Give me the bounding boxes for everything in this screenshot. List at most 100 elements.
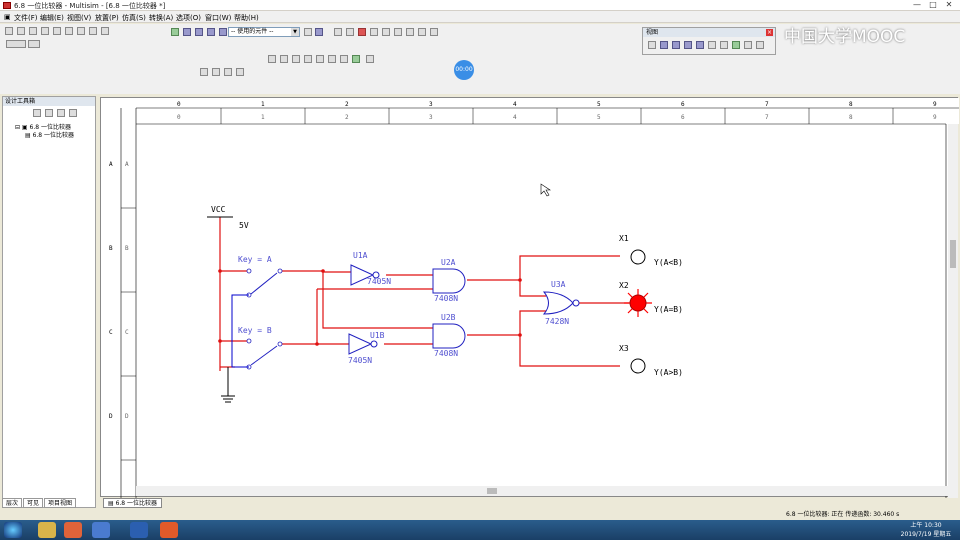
save-icon[interactable]: [29, 27, 37, 35]
new-file-icon[interactable]: [5, 27, 13, 35]
probe-settings-icon[interactable]: [430, 28, 438, 36]
zoom-fit-icon[interactable]: [219, 28, 227, 36]
fullscreen-icon[interactable]: [171, 28, 179, 36]
step-icon[interactable]: [370, 28, 378, 36]
align-icon[interactable]: [200, 68, 208, 76]
ruler-column-label: 0: [177, 114, 181, 121]
maximize-button[interactable]: □: [926, 0, 940, 10]
ground-symbol[interactable]: [221, 367, 235, 403]
in-use-list-icon[interactable]: [352, 55, 360, 63]
menu-window[interactable]: 窗口(W): [205, 13, 231, 23]
probe-x1[interactable]: [630, 249, 646, 265]
menu-view[interactable]: 视图(V): [67, 13, 91, 23]
place-hier-icon[interactable]: [280, 55, 288, 63]
minimize-button[interactable]: —: [910, 0, 924, 10]
menu-help[interactable]: 帮助(H): [234, 13, 259, 23]
place-bus-icon[interactable]: [268, 55, 276, 63]
run-simulation-icon[interactable]: [334, 28, 342, 36]
nor-gate-u3a[interactable]: [542, 291, 580, 315]
schematic-sheet[interactable]: 00112233445566778899 AABBCCDD VCC 5V Key…: [100, 97, 959, 498]
tree-child[interactable]: ▤ 6.8 一位比较器: [25, 130, 74, 139]
close-button[interactable]: ✕: [942, 0, 956, 10]
menu-place[interactable]: 放置(P): [95, 13, 119, 23]
chevron-down-icon[interactable]: ▼: [291, 28, 299, 36]
erc-icon[interactable]: [328, 55, 336, 63]
fullscreen-view-icon[interactable]: [648, 41, 656, 49]
description-icon[interactable]: [744, 41, 752, 49]
help-icon[interactable]: [315, 28, 323, 36]
cut-icon[interactable]: [53, 27, 61, 35]
redo-icon[interactable]: [101, 27, 109, 35]
zoom-area-icon[interactable]: [207, 28, 215, 36]
postprocessor-icon[interactable]: [316, 55, 324, 63]
save-sheet-icon[interactable]: [57, 109, 65, 117]
menu-simulate[interactable]: 仿真(S): [122, 13, 146, 23]
component-select[interactable]: -- 使用的元件 -- ▼: [228, 27, 300, 37]
zoom-sheet-icon[interactable]: [696, 41, 704, 49]
menu-edit[interactable]: 编辑(E): [40, 13, 64, 23]
probe-x2[interactable]: [624, 289, 652, 317]
toolbox-icon[interactable]: [756, 41, 764, 49]
and-gate-u2a[interactable]: [432, 268, 466, 294]
menu-file[interactable]: 文件(F): [14, 13, 38, 23]
powerpoint-taskbar-icon[interactable]: [160, 522, 178, 538]
explorer-taskbar-icon[interactable]: [38, 522, 56, 538]
step-out-icon[interactable]: [406, 28, 414, 36]
zoom-in-view-icon[interactable]: [660, 41, 668, 49]
place-text-icon[interactable]: [292, 55, 300, 63]
pause-simulation-icon[interactable]: [346, 28, 354, 36]
close-sheet-icon[interactable]: [69, 109, 77, 117]
tab-visibility[interactable]: 可见: [23, 498, 44, 508]
step-over-icon[interactable]: [394, 28, 402, 36]
spreadsheet-icon[interactable]: [732, 41, 740, 49]
horizontal-scrollbar[interactable]: [136, 486, 948, 496]
switch-b[interactable]: [246, 338, 283, 370]
zoom-area-view-icon[interactable]: [684, 41, 692, 49]
copy-icon[interactable]: [65, 27, 73, 35]
link-icon[interactable]: [366, 55, 374, 63]
print-icon[interactable]: [41, 27, 49, 35]
stop-simulation-icon[interactable]: [358, 28, 366, 36]
zoom-in-icon[interactable]: [183, 28, 191, 36]
pause-toggle-icon[interactable]: [28, 40, 40, 48]
start-button[interactable]: [4, 522, 22, 538]
open-file-icon[interactable]: [17, 27, 25, 35]
word-taskbar-icon[interactable]: [130, 522, 148, 538]
zoom-out-view-icon[interactable]: [672, 41, 680, 49]
vertical-scroll-thumb[interactable]: [950, 240, 956, 268]
play-toggle-icon[interactable]: [6, 40, 26, 48]
step-into-icon[interactable]: [382, 28, 390, 36]
system-clock[interactable]: 上午 10:30 2019/7/19 星期五: [896, 520, 956, 540]
vertical-scrollbar[interactable]: [948, 124, 958, 498]
breakpoint-icon[interactable]: [418, 28, 426, 36]
menu-app-icon[interactable]: ▣: [4, 13, 11, 21]
tab-project-view[interactable]: 项目视图: [44, 498, 77, 508]
wire-icon[interactable]: [236, 68, 244, 76]
undo-icon[interactable]: [89, 27, 97, 35]
and-gate-u2b[interactable]: [432, 323, 466, 349]
document-tab[interactable]: ▤ 6.8 一位比较器: [103, 498, 163, 508]
junction-dot: [218, 269, 222, 273]
tab-hierarchy[interactable]: 层次: [2, 498, 23, 508]
multisim-taskbar-icon[interactable]: [92, 522, 110, 538]
layer-icon[interactable]: [720, 41, 728, 49]
database-icon[interactable]: [340, 55, 348, 63]
probe-x3[interactable]: [630, 358, 646, 374]
close-icon[interactable]: ×: [766, 29, 773, 36]
zoom-out-icon[interactable]: [195, 28, 203, 36]
switch-a[interactable]: [246, 268, 283, 298]
new-sheet-icon[interactable]: [33, 109, 41, 117]
rotate-icon[interactable]: [212, 68, 220, 76]
paste-icon[interactable]: [77, 27, 85, 35]
browser-taskbar-icon[interactable]: [64, 522, 82, 538]
menu-transfer[interactable]: 转换(A): [149, 13, 173, 23]
menu-options[interactable]: 选项(O): [176, 13, 201, 23]
open-sheet-icon[interactable]: [45, 109, 53, 117]
component-wizard-icon[interactable]: [304, 28, 312, 36]
recording-timer[interactable]: 00:00: [454, 60, 474, 80]
horizontal-scroll-thumb[interactable]: [487, 488, 497, 494]
flip-icon[interactable]: [224, 68, 232, 76]
graph-icon[interactable]: [304, 55, 312, 63]
schematic-canvas[interactable]: 0 0 1 1 2 2 3 3 4 4 5 5 6 6 7 7 8 8 9 9 A A B B C C D D VCC 5V: [101, 98, 959, 498]
grapher-icon[interactable]: [708, 41, 716, 49]
